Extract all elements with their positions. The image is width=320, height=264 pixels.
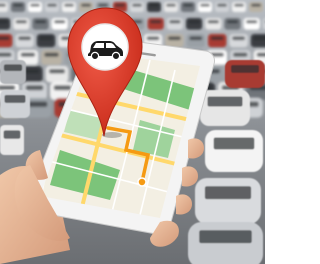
photo-scene bbox=[0, 0, 265, 264]
scene-svg bbox=[0, 0, 265, 264]
